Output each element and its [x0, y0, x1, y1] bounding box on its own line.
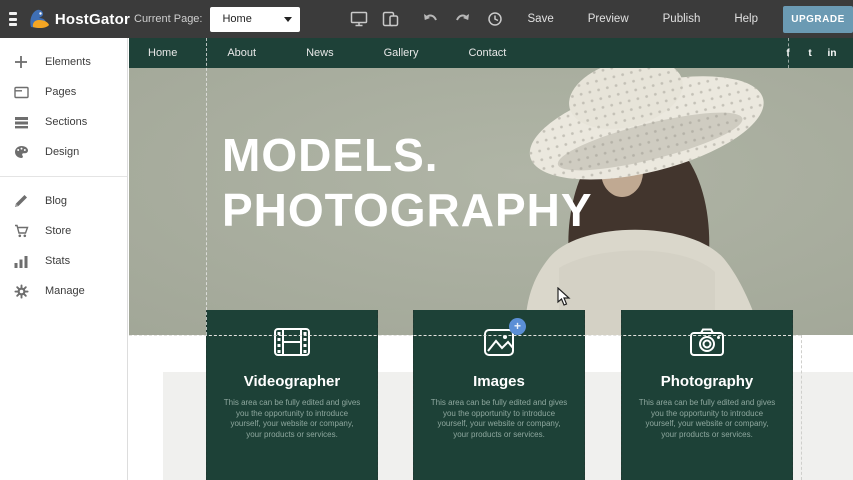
sidebar-item-elements[interactable]: Elements: [0, 47, 127, 77]
facebook-icon[interactable]: f: [777, 48, 799, 59]
current-page-value: Home: [222, 13, 284, 25]
film-icon: [272, 326, 312, 358]
builder-sidebar: Elements Pages Sections Design Blog: [0, 38, 128, 480]
card-body: This area can be fully edited and gives …: [207, 390, 377, 440]
card-body: This area can be fully edited and gives …: [414, 390, 584, 440]
sidebar-item-label: Pages: [45, 86, 76, 98]
feature-card-videographer[interactable]: Videographer This area can be fully edit…: [206, 310, 378, 480]
hero-photo[interactable]: MODELS. PHOTOGRAPHY: [129, 68, 853, 335]
palette-icon: [13, 144, 29, 160]
sidebar-item-sections[interactable]: Sections: [0, 107, 127, 137]
app-window: HostGator Current Page: Home: [0, 0, 853, 480]
sidebar-item-manage[interactable]: Manage: [0, 276, 127, 306]
social-links: f t in: [777, 38, 843, 68]
save-button[interactable]: Save: [511, 13, 571, 25]
redo-icon[interactable]: [453, 9, 473, 29]
current-page-control: Current Page: Home: [134, 7, 300, 32]
toolbar-brand-area: HostGator: [0, 8, 130, 30]
card-title: Photography: [622, 373, 792, 390]
feature-card-images[interactable]: + Images This area can be fully edited a…: [413, 310, 585, 480]
undo-icon[interactable]: [421, 9, 441, 29]
card-title: Images: [414, 373, 584, 390]
nav-item-contact[interactable]: Contact: [468, 47, 506, 59]
pencil-icon: [13, 193, 29, 209]
hero-line-1: MODELS.: [222, 128, 593, 183]
hero-line-2: PHOTOGRAPHY: [222, 183, 593, 238]
camera-icon: [687, 326, 727, 358]
linkedin-icon[interactable]: in: [821, 48, 843, 59]
brand-name: HostGator: [55, 11, 130, 28]
twitter-icon[interactable]: t: [799, 48, 821, 59]
preview-button[interactable]: Preview: [571, 13, 646, 25]
pages-icon: [13, 84, 29, 100]
card-title: Videographer: [207, 373, 377, 390]
sidebar-item-label: Store: [45, 225, 71, 237]
site-canvas: Home About News Gallery Contact f t in: [129, 38, 853, 480]
feature-card-photography[interactable]: Photography This area can be fully edite…: [621, 310, 793, 480]
mobile-view-icon[interactable]: [381, 9, 401, 29]
hero-title[interactable]: MODELS. PHOTOGRAPHY: [222, 128, 593, 238]
card-body: This area can be fully edited and gives …: [622, 390, 792, 440]
desktop-view-icon[interactable]: [349, 9, 369, 29]
menu-icon[interactable]: [9, 12, 17, 26]
bar-chart-icon: [13, 253, 29, 269]
plus-icon: [13, 54, 29, 70]
sidebar-item-label: Sections: [45, 116, 87, 128]
nav-item-gallery[interactable]: Gallery: [384, 47, 419, 59]
nav-item-about[interactable]: About: [227, 47, 256, 59]
site-nav: Home About News Gallery Contact f t in: [129, 38, 853, 68]
sidebar-item-label: Blog: [45, 195, 67, 207]
upgrade-button[interactable]: UPGRADE: [783, 6, 853, 33]
history-icon[interactable]: [485, 9, 505, 29]
hostgator-logo-icon: [27, 8, 51, 30]
top-toolbar: HostGator Current Page: Home: [0, 0, 853, 38]
sidebar-item-label: Stats: [45, 255, 70, 267]
sidebar-divider: [0, 176, 127, 177]
sidebar-item-blog[interactable]: Blog: [0, 186, 127, 216]
gear-icon: [13, 283, 29, 299]
sidebar-item-label: Manage: [45, 285, 85, 297]
publish-button[interactable]: Publish: [646, 13, 718, 25]
help-button[interactable]: Help: [717, 13, 775, 25]
sidebar-item-pages[interactable]: Pages: [0, 77, 127, 107]
sidebar-item-stats[interactable]: Stats: [0, 246, 127, 276]
sidebar-item-label: Elements: [45, 56, 91, 68]
nav-item-home[interactable]: Home: [148, 47, 177, 59]
sections-icon: [13, 114, 29, 130]
nav-item-news[interactable]: News: [306, 47, 334, 59]
current-page-label: Current Page:: [134, 13, 202, 25]
brand: HostGator: [27, 8, 130, 30]
sidebar-item-label: Design: [45, 146, 79, 158]
cart-icon: [13, 223, 29, 239]
current-page-dropdown[interactable]: Home: [210, 7, 300, 32]
caret-down-icon: [284, 17, 292, 22]
sidebar-item-store[interactable]: Store: [0, 216, 127, 246]
add-image-badge[interactable]: +: [509, 318, 526, 335]
sidebar-item-design[interactable]: Design: [0, 137, 127, 167]
